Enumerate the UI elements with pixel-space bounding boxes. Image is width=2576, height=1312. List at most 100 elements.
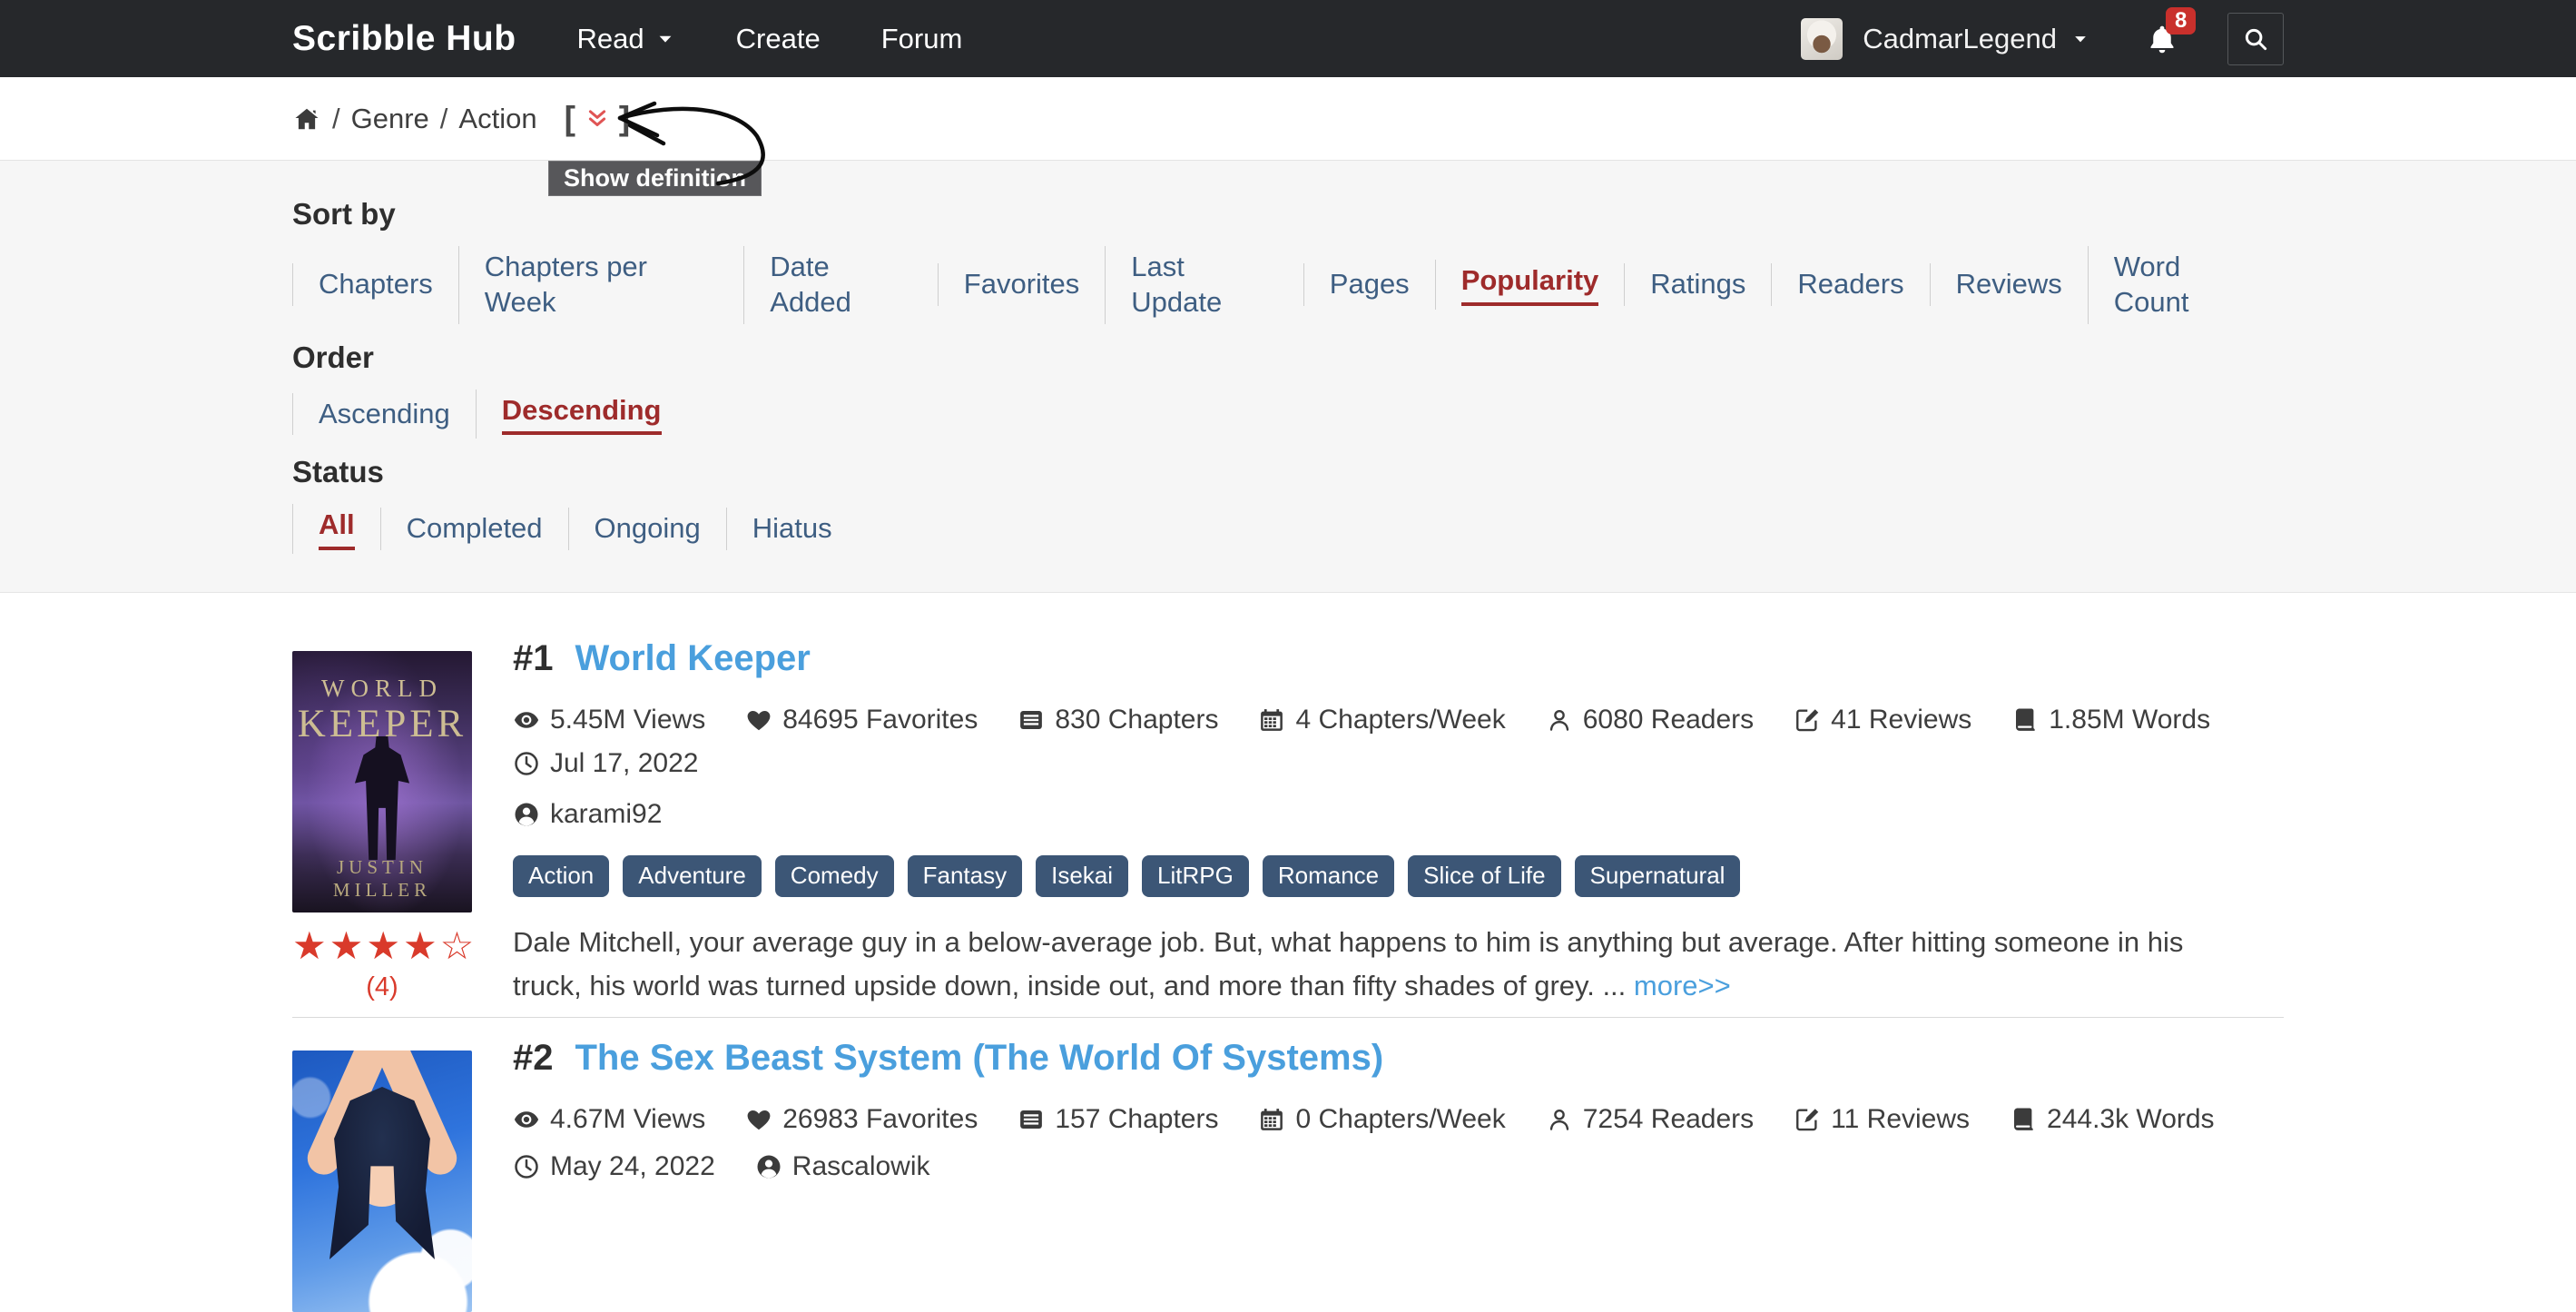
sort-option[interactable]: Favorites — [938, 263, 1105, 306]
sort-option[interactable]: Readers — [1771, 263, 1929, 306]
sort-option[interactable]: Chapters per Week — [458, 246, 743, 324]
pencil-icon — [1794, 706, 1821, 734]
breadcrumb-action[interactable]: Action — [458, 103, 536, 135]
novel-rank: #1 — [513, 638, 554, 679]
status-option[interactable]: Hiatus — [726, 508, 858, 550]
stat-item: Rascalowik — [755, 1151, 930, 1182]
stat-value: 84695 Favorites — [782, 705, 978, 735]
stat-value: Jul 17, 2022 — [550, 748, 698, 779]
status-option-label: Ongoing — [595, 511, 701, 547]
order-option[interactable]: Ascending — [292, 393, 476, 436]
tag-chip[interactable]: Action — [513, 855, 609, 897]
stat-value: 0 Chapters/Week — [1295, 1104, 1505, 1135]
search-icon — [2242, 25, 2269, 53]
tag-chip[interactable]: Fantasy — [908, 855, 1023, 897]
sort-option[interactable]: Word Count — [2088, 246, 2284, 324]
sort-option-label: Ratings — [1650, 267, 1745, 302]
show-definition-tooltip: Show definition — [548, 161, 762, 196]
more-link[interactable]: more>> — [1634, 970, 1731, 1001]
clock-icon — [513, 750, 540, 777]
rating-count: (4) — [292, 972, 472, 1002]
site-logo[interactable]: Scribble Hub — [292, 19, 516, 59]
star-icon: ☆ — [440, 924, 477, 967]
card-divider — [292, 1017, 2284, 1018]
chevron-down-icon[interactable] — [2071, 30, 2089, 48]
sort-option-label: Readers — [1797, 267, 1903, 302]
stat-value: 5.45M Views — [550, 705, 705, 735]
star-icon: ★ — [403, 924, 440, 967]
stat-item: 244.3k Words — [2010, 1104, 2215, 1135]
stat-item: 84695 Favorites — [745, 705, 978, 735]
sort-option-label: Pages — [1330, 267, 1410, 302]
novel-card: WORLD KEEPER JUSTIN MILLER ★★★★☆ (4) #1 … — [292, 638, 2284, 1008]
nav-item-read[interactable]: Read — [577, 23, 675, 55]
stat-value: 41 Reviews — [1831, 705, 1971, 735]
status-option[interactable]: Ongoing — [568, 508, 726, 550]
sort-option[interactable]: Last Update — [1105, 246, 1303, 324]
notifications-button[interactable]: 8 — [2146, 22, 2178, 56]
stat-item: Jul 17, 2022 — [513, 748, 698, 779]
stat-item: 0 Chapters/Week — [1258, 1104, 1505, 1135]
star-rating[interactable]: ★★★★☆ — [292, 927, 472, 965]
sort-option-label: Popularity — [1461, 263, 1599, 306]
sort-option-label: Reviews — [1956, 267, 2062, 302]
tag-chip[interactable]: Adventure — [623, 855, 762, 897]
search-button[interactable] — [2227, 13, 2284, 65]
novel-cover[interactable]: WORLD KEEPER JUSTIN MILLER — [292, 651, 472, 912]
tag-chip[interactable]: Comedy — [775, 855, 894, 897]
book-icon — [2010, 1106, 2037, 1133]
nav-item-create[interactable]: Create — [736, 23, 821, 55]
order-option-label: Ascending — [319, 397, 450, 432]
username[interactable]: CadmarLegend — [1863, 23, 2057, 55]
tag-list: Action Adventure Comedy Fantasy Isekai L… — [513, 855, 2284, 897]
novel-title-link[interactable]: The Sex Beast System (The World Of Syste… — [575, 1038, 1384, 1079]
status-option[interactable]: Completed — [380, 508, 568, 550]
nav-item-create-label: Create — [736, 23, 821, 55]
sort-options-row: Chapters Chapters per Week Date Added Fa… — [292, 246, 2284, 324]
sort-option[interactable]: Popularity — [1435, 260, 1625, 310]
sort-option[interactable]: Date Added — [743, 246, 938, 324]
pencil-icon — [1794, 1106, 1821, 1133]
novel-cover[interactable] — [292, 1051, 472, 1312]
tag-chip[interactable]: Isekai — [1036, 855, 1128, 897]
novel-title-link[interactable]: World Keeper — [575, 638, 811, 679]
status-option-label: Completed — [407, 511, 543, 547]
genre-definition-expander[interactable]: [ ] — [565, 100, 631, 138]
novel-author-row: karami92 — [513, 799, 2284, 830]
tag-chip[interactable]: LitRPG — [1142, 855, 1249, 897]
stat-value: 4 Chapters/Week — [1295, 705, 1505, 735]
nav-item-read-label: Read — [577, 23, 644, 55]
stat-value: 4.67M Views — [550, 1104, 705, 1135]
sort-option[interactable]: Reviews — [1930, 263, 2088, 306]
nav-item-forum[interactable]: Forum — [881, 23, 963, 55]
status-option[interactable]: All — [292, 504, 380, 554]
sort-option-label: Chapters per Week — [485, 250, 718, 321]
stat-value: 1.85M Words — [2049, 705, 2210, 735]
status-option-label: All — [319, 508, 355, 550]
novel-stats-row: 5.45M Views 84695 Favorites 830 Chapters — [513, 705, 2284, 779]
avatar[interactable] — [1801, 18, 1843, 60]
nav-item-forum-label: Forum — [881, 23, 963, 55]
star-icon: ★ — [292, 924, 329, 967]
author-link[interactable]: karami92 — [513, 799, 662, 830]
eye-icon — [513, 706, 540, 734]
order-option[interactable]: Descending — [476, 390, 687, 439]
sort-option-label: Last Update — [1131, 250, 1278, 321]
breadcrumb-separator: / — [332, 103, 340, 135]
sort-option[interactable]: Pages — [1303, 263, 1435, 306]
sort-option[interactable]: Chapters — [292, 263, 458, 306]
home-icon[interactable] — [292, 105, 321, 133]
list-icon — [1018, 1106, 1045, 1133]
sort-option[interactable]: Ratings — [1624, 263, 1771, 306]
clock-icon — [513, 1153, 540, 1180]
tag-chip[interactable]: Slice of Life — [1408, 855, 1560, 897]
heart-icon — [745, 706, 772, 734]
novel-card: #2 The Sex Beast System (The World Of Sy… — [292, 1038, 2284, 1312]
tag-chip[interactable]: Romance — [1263, 855, 1394, 897]
breadcrumb-genre[interactable]: Genre — [351, 103, 429, 135]
order-heading: Order — [292, 340, 2284, 375]
tag-chip[interactable]: Supernatural — [1575, 855, 1741, 897]
stat-item: May 24, 2022 — [513, 1151, 715, 1182]
stat-item: 5.45M Views — [513, 705, 705, 735]
stat-item: 157 Chapters — [1018, 1104, 1218, 1135]
